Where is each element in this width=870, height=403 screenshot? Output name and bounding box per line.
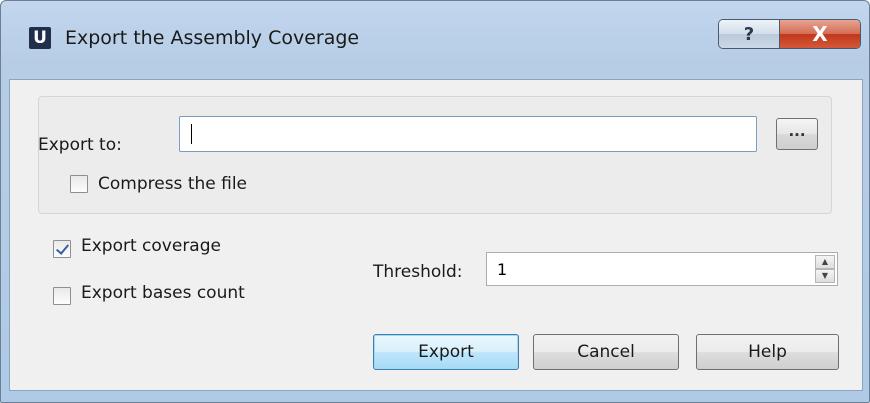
threshold-value[interactable]: 1 xyxy=(497,260,507,279)
compress-file-label[interactable]: Compress the file xyxy=(98,174,247,194)
cancel-button[interactable]: Cancel xyxy=(533,334,679,370)
dialog-body: Export to: ... Compress the file Export … xyxy=(9,79,863,391)
export-bases-count-label[interactable]: Export bases count xyxy=(81,283,245,303)
help-title-button[interactable]: ? xyxy=(719,20,780,48)
window-title: Export the Assembly Coverage xyxy=(65,27,360,49)
title-bar[interactable]: U Export the Assembly Coverage ? X xyxy=(1,1,869,79)
threshold-label: Threshold: xyxy=(373,262,463,282)
export-button[interactable]: Export xyxy=(373,334,519,370)
compress-file-checkbox[interactable] xyxy=(70,175,88,193)
title-bar-buttons: ? X xyxy=(718,19,861,49)
export-coverage-label[interactable]: Export coverage xyxy=(81,236,221,256)
spin-up-icon[interactable]: ▲ xyxy=(815,255,835,269)
app-logo-icon: U xyxy=(29,27,51,49)
export-coverage-checkbox[interactable] xyxy=(53,240,71,258)
browse-button[interactable]: ... xyxy=(776,118,818,150)
export-to-label: Export to: xyxy=(38,135,122,155)
export-to-input[interactable] xyxy=(179,116,757,152)
export-bases-count-checkbox[interactable] xyxy=(53,287,71,305)
export-target-group xyxy=(38,96,832,214)
threshold-spinbox[interactable]: 1 ▲ ▼ xyxy=(486,252,838,286)
text-caret xyxy=(191,124,192,144)
dialog-window: U Export the Assembly Coverage ? X Expor… xyxy=(0,0,870,403)
help-button[interactable]: Help xyxy=(696,334,839,370)
spin-buttons: ▲ ▼ xyxy=(815,255,835,283)
close-button[interactable]: X xyxy=(780,20,860,48)
spin-down-icon[interactable]: ▼ xyxy=(815,269,835,283)
